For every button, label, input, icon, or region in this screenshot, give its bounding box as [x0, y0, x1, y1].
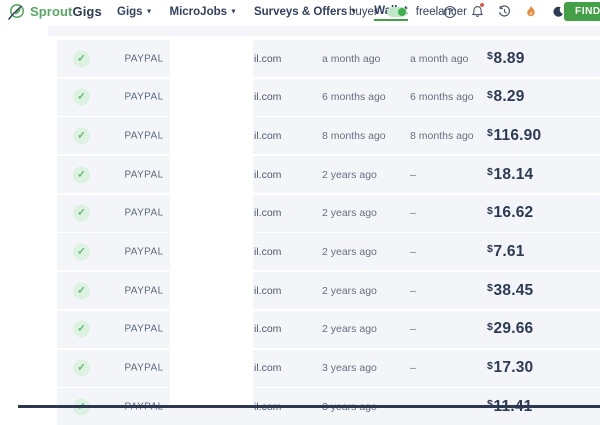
date-processed: a month ago: [410, 52, 469, 65]
transaction-row[interactable]: PAYPAL il.com 6 months ago 6 months ago …: [57, 78, 600, 116]
toggle-knob: [397, 7, 406, 16]
success-check-icon: [73, 88, 90, 106]
amount: $8.89: [487, 49, 525, 67]
transaction-row[interactable]: PAYPAL il.com 2 years ago – $7.61: [57, 233, 600, 271]
currency-symbol: $: [487, 50, 494, 62]
date-processed: 6 months ago: [410, 91, 474, 104]
nav-item-gigs[interactable]: Gigs ▼: [117, 6, 153, 18]
payment-method: PAYPAL: [124, 323, 164, 335]
currency-symbol: $: [487, 88, 494, 101]
payment-method: PAYPAL: [124, 91, 164, 103]
date-created: 3 years ago: [322, 362, 377, 374]
dark-mode-moon-icon[interactable]: [551, 5, 565, 19]
payment-method: PAYPAL: [124, 130, 164, 142]
email-suffix: il.com: [254, 362, 282, 374]
date-created: 2 years ago: [322, 284, 377, 297]
logo-text: SproutGigs: [30, 4, 102, 19]
currency-symbol: $: [487, 243, 494, 256]
amount: $38.45: [487, 281, 534, 299]
transaction-row[interactable]: PAYPAL il.com 2 years ago – $38.45: [57, 272, 600, 310]
email-suffix: il.com: [254, 245, 282, 258]
date-processed: –: [410, 168, 416, 181]
date-processed: –: [410, 207, 416, 220]
amount: $8.29: [487, 88, 525, 106]
amount: $16.62: [487, 204, 534, 222]
notifications-bell-icon[interactable]: [470, 2, 484, 19]
transaction-row[interactable]: PAYPAL il.com 2 years ago – $16.62: [57, 194, 600, 232]
amount: $17.30: [487, 359, 534, 376]
transaction-row[interactable]: PAYPAL il.com 2 years ago – $18.14: [57, 156, 600, 194]
amount: $18.14: [487, 165, 534, 183]
transaction-row[interactable]: PAYPAL il.com 8 months ago 8 months ago …: [57, 117, 600, 155]
chevron-down-icon: ▼: [145, 8, 153, 16]
success-check-icon: [73, 204, 90, 222]
currency-symbol: $: [487, 359, 494, 372]
date-processed: –: [410, 323, 416, 336]
notification-dot: [480, 2, 484, 7]
buyer-label[interactable]: buyer: [349, 6, 378, 18]
success-check-icon: [73, 282, 90, 300]
streak-flame-icon[interactable]: [524, 5, 538, 19]
email-suffix: il.com: [254, 168, 282, 181]
currency-symbol: $: [487, 320, 494, 333]
currency-symbol: $: [487, 204, 494, 217]
payment-method: PAYPAL: [124, 207, 164, 219]
date-created: 2 years ago: [322, 323, 377, 336]
date-processed: –: [410, 284, 416, 297]
email-suffix: il.com: [254, 284, 282, 297]
transactions-table: PAYPAL il.com a month ago a month ago $8…: [57, 40, 600, 425]
success-check-icon: [73, 127, 90, 145]
email-suffix: il.com: [254, 52, 282, 65]
payment-method: PAYPAL: [124, 53, 164, 64]
nav-item-microjobs[interactable]: MicroJobs ▼: [170, 6, 237, 18]
success-check-icon: [73, 243, 90, 261]
success-check-icon: [73, 50, 90, 67]
bottom-divider-bar: [18, 404, 600, 408]
transaction-row[interactable]: PAYPAL il.com 2 years ago – $29.66: [57, 310, 600, 348]
currency-symbol: $: [487, 166, 494, 179]
nav-item-surveys-offers[interactable]: Surveys & Offers ▼: [254, 6, 357, 18]
date-processed: –: [410, 245, 416, 258]
buyer-freelancer-toggle[interactable]: [386, 6, 407, 17]
amount: $7.61: [487, 242, 525, 260]
email-suffix: il.com: [254, 129, 282, 142]
date-created: 6 months ago: [322, 91, 386, 104]
table-header-strip: [48, 26, 600, 36]
payment-method: PAYPAL: [124, 169, 164, 181]
history-icon[interactable]: [497, 5, 511, 19]
transaction-row[interactable]: PAYPAL il.com 3 years ago – $17.30: [57, 349, 600, 387]
top-navbar: SproutGigs Gigs ▼ MicroJobs ▼ Surveys & Of…: [0, 0, 600, 23]
date-created: 2 years ago: [322, 207, 377, 220]
date-created: 8 months ago: [322, 129, 386, 142]
date-processed: –: [410, 362, 416, 374]
sproutgigs-logo[interactable]: SproutGigs: [8, 3, 102, 20]
amount: $29.66: [487, 320, 534, 338]
success-check-icon: [73, 320, 90, 338]
success-check-icon: [73, 359, 90, 377]
currency-symbol: $: [487, 282, 494, 295]
email-suffix: il.com: [254, 207, 282, 220]
redaction-block: [170, 38, 253, 408]
date-created: a month ago: [322, 52, 381, 65]
date-created: 2 years ago: [322, 168, 377, 181]
payment-method: PAYPAL: [124, 246, 164, 258]
currency-symbol: $: [487, 127, 494, 140]
amount: $116.90: [487, 126, 542, 144]
email-suffix: il.com: [254, 323, 282, 336]
transaction-row[interactable]: PAYPAL il.com a month ago a month ago $8…: [57, 40, 600, 77]
email-suffix: il.com: [254, 91, 282, 104]
payment-method: PAYPAL: [124, 285, 164, 297]
help-icon[interactable]: ?: [443, 5, 457, 19]
payment-method: PAYPAL: [124, 362, 164, 374]
success-check-icon: [73, 166, 90, 184]
leaf-logo-icon: [8, 3, 25, 20]
header-icons: ?: [443, 0, 565, 23]
date-processed: 8 months ago: [410, 129, 474, 142]
date-created: 2 years ago: [322, 245, 377, 258]
find-button[interactable]: FIND: [564, 2, 600, 21]
chevron-down-icon: ▼: [230, 8, 237, 16]
